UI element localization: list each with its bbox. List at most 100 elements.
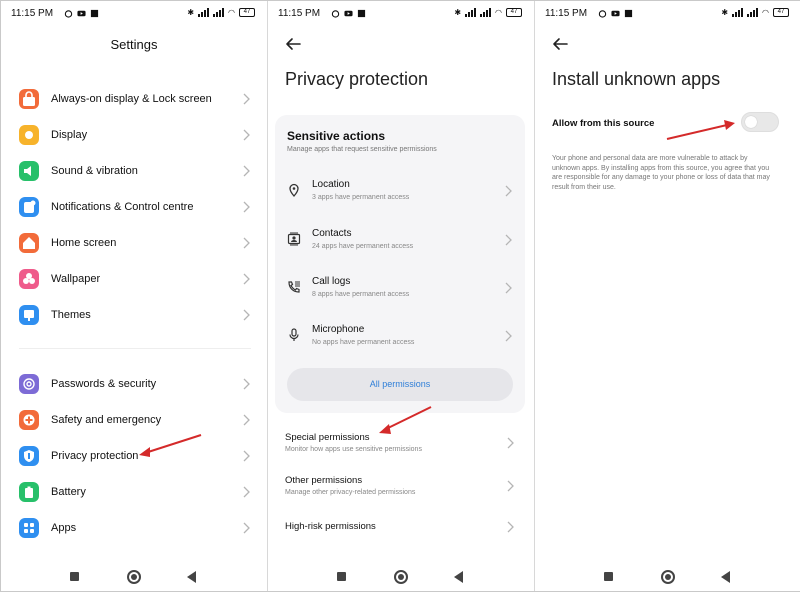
battery-icon xyxy=(19,482,39,502)
section-divider xyxy=(19,348,251,349)
settings-item[interactable]: Privacy protection xyxy=(19,444,251,468)
back-button[interactable] xyxy=(187,571,196,583)
status-bar: 11:15 PM ✱ ◠ 47 xyxy=(535,7,800,23)
recents-button[interactable] xyxy=(337,572,346,581)
settings-item-label: Apps xyxy=(51,522,77,534)
settings-item-label: Safety and emergency xyxy=(51,414,162,426)
alarm-icon xyxy=(64,10,73,18)
recents-button[interactable] xyxy=(604,572,613,581)
privacy-icon xyxy=(19,446,39,466)
settings-item[interactable]: Display xyxy=(19,123,251,147)
allow-from-source-toggle[interactable] xyxy=(741,112,779,132)
permission-title: Contacts xyxy=(312,228,352,239)
page-title: Settings xyxy=(110,37,158,52)
emergency-icon xyxy=(19,410,39,430)
settings-item-label: Wallpaper xyxy=(51,273,101,285)
speaker-icon xyxy=(19,161,39,181)
contacts-icon xyxy=(287,232,301,246)
home-button[interactable] xyxy=(661,570,675,584)
flower-icon xyxy=(19,269,39,289)
status-notification-icons xyxy=(598,9,633,18)
permission-item[interactable]: Location 3 apps have permanent access xyxy=(285,179,515,209)
toggle-knob xyxy=(745,116,757,128)
youtube-icon xyxy=(611,10,620,17)
chevron-right-icon xyxy=(505,234,512,246)
permission-row[interactable]: Other permissions Manage other privacy-re… xyxy=(285,475,515,503)
settings-item[interactable]: Notifications & Control centre xyxy=(19,195,251,219)
settings-item[interactable]: Apps xyxy=(19,516,251,540)
card-subtitle: Manage apps that request sensitive permi… xyxy=(287,146,437,153)
navigation-bar xyxy=(268,568,534,584)
call-log-icon xyxy=(288,281,300,293)
all-permissions-button[interactable]: All permissions xyxy=(287,368,513,401)
location-icon xyxy=(289,183,299,197)
apps-icon xyxy=(19,518,39,538)
page-title: Privacy protection xyxy=(285,69,429,89)
chevron-right-icon xyxy=(505,330,512,342)
settings-item[interactable]: Safety and emergency xyxy=(19,408,251,432)
settings-item-label: Privacy protection xyxy=(51,450,139,462)
row-subtitle: Monitor how apps use sensitive permissio… xyxy=(285,446,422,453)
home-button[interactable] xyxy=(394,570,408,584)
page-title: Install unknown apps xyxy=(552,69,721,89)
settings-item[interactable]: Always-on display & Lock screen xyxy=(19,87,251,111)
permission-row[interactable]: Special permissions Monitor how apps use … xyxy=(285,432,515,460)
notification-icon xyxy=(19,197,39,217)
battery-indicator: 47 xyxy=(773,8,789,17)
signal-icon xyxy=(198,8,210,17)
status-system-icons: ✱ ◠ 47 xyxy=(454,8,522,17)
settings-screen: 11:15 PM ✱ ◠ 47 Settings Always-on displ… xyxy=(1,1,267,591)
permission-item[interactable]: Contacts 24 apps have permanent access xyxy=(285,228,515,258)
bluetooth-icon: ✱ xyxy=(187,8,195,17)
home-button[interactable] xyxy=(127,570,141,584)
square-icon xyxy=(624,9,633,18)
settings-item[interactable]: Passwords & security xyxy=(19,372,251,396)
permission-item[interactable]: Call logs 8 apps have permanent access xyxy=(285,276,515,306)
settings-item[interactable]: Home screen xyxy=(19,231,251,255)
signal-icon-2 xyxy=(747,8,759,17)
alarm-icon xyxy=(331,10,340,18)
back-arrow-icon[interactable] xyxy=(551,35,569,53)
chevron-right-icon xyxy=(505,185,512,197)
chevron-right-icon xyxy=(243,378,250,390)
back-button[interactable] xyxy=(454,571,463,583)
back-button[interactable] xyxy=(721,571,730,583)
chevron-right-icon xyxy=(505,282,512,294)
home-icon xyxy=(19,233,39,253)
wifi-icon: ◠ xyxy=(228,8,235,17)
navigation-bar xyxy=(1,568,267,584)
settings-item-label: Battery xyxy=(51,486,86,498)
row-title: High-risk permissions xyxy=(285,521,376,532)
back-arrow-icon[interactable] xyxy=(284,35,302,53)
permission-title: Microphone xyxy=(312,324,365,335)
chevron-right-icon xyxy=(243,414,250,426)
square-icon xyxy=(357,9,366,18)
chevron-right-icon xyxy=(243,129,250,141)
chevron-right-icon xyxy=(243,93,250,105)
permission-subtitle: 3 apps have permanent access xyxy=(312,194,410,201)
signal-icon-2 xyxy=(213,8,225,17)
sun-icon xyxy=(19,125,39,145)
settings-item-label: Notifications & Control centre xyxy=(51,201,194,213)
sensitive-actions-card: Sensitive actions Manage apps that reque… xyxy=(275,115,525,413)
recents-button[interactable] xyxy=(70,572,79,581)
chevron-right-icon xyxy=(507,521,514,533)
row-subtitle: Manage other privacy-related permissions xyxy=(285,489,416,496)
chevron-right-icon xyxy=(243,165,250,177)
permission-row[interactable]: High-risk permissions xyxy=(285,521,515,549)
settings-item[interactable]: Themes xyxy=(19,303,251,327)
fingerprint-icon xyxy=(19,374,39,394)
permission-title: Call logs xyxy=(312,276,351,287)
settings-item[interactable]: Battery xyxy=(19,480,251,504)
battery-indicator: 47 xyxy=(506,8,522,17)
permission-subtitle: 24 apps have permanent access xyxy=(312,243,414,250)
settings-item[interactable]: Sound & vibration xyxy=(19,159,251,183)
chevron-right-icon xyxy=(243,309,250,321)
settings-item-label: Sound & vibration xyxy=(51,165,138,177)
youtube-icon xyxy=(77,10,86,17)
settings-item[interactable]: Wallpaper xyxy=(19,267,251,291)
permission-title: Location xyxy=(312,179,350,190)
status-system-icons: ✱ ◠ 47 xyxy=(721,8,789,17)
permission-item[interactable]: Microphone No apps have permanent access xyxy=(285,324,515,354)
chevron-right-icon xyxy=(243,450,250,462)
